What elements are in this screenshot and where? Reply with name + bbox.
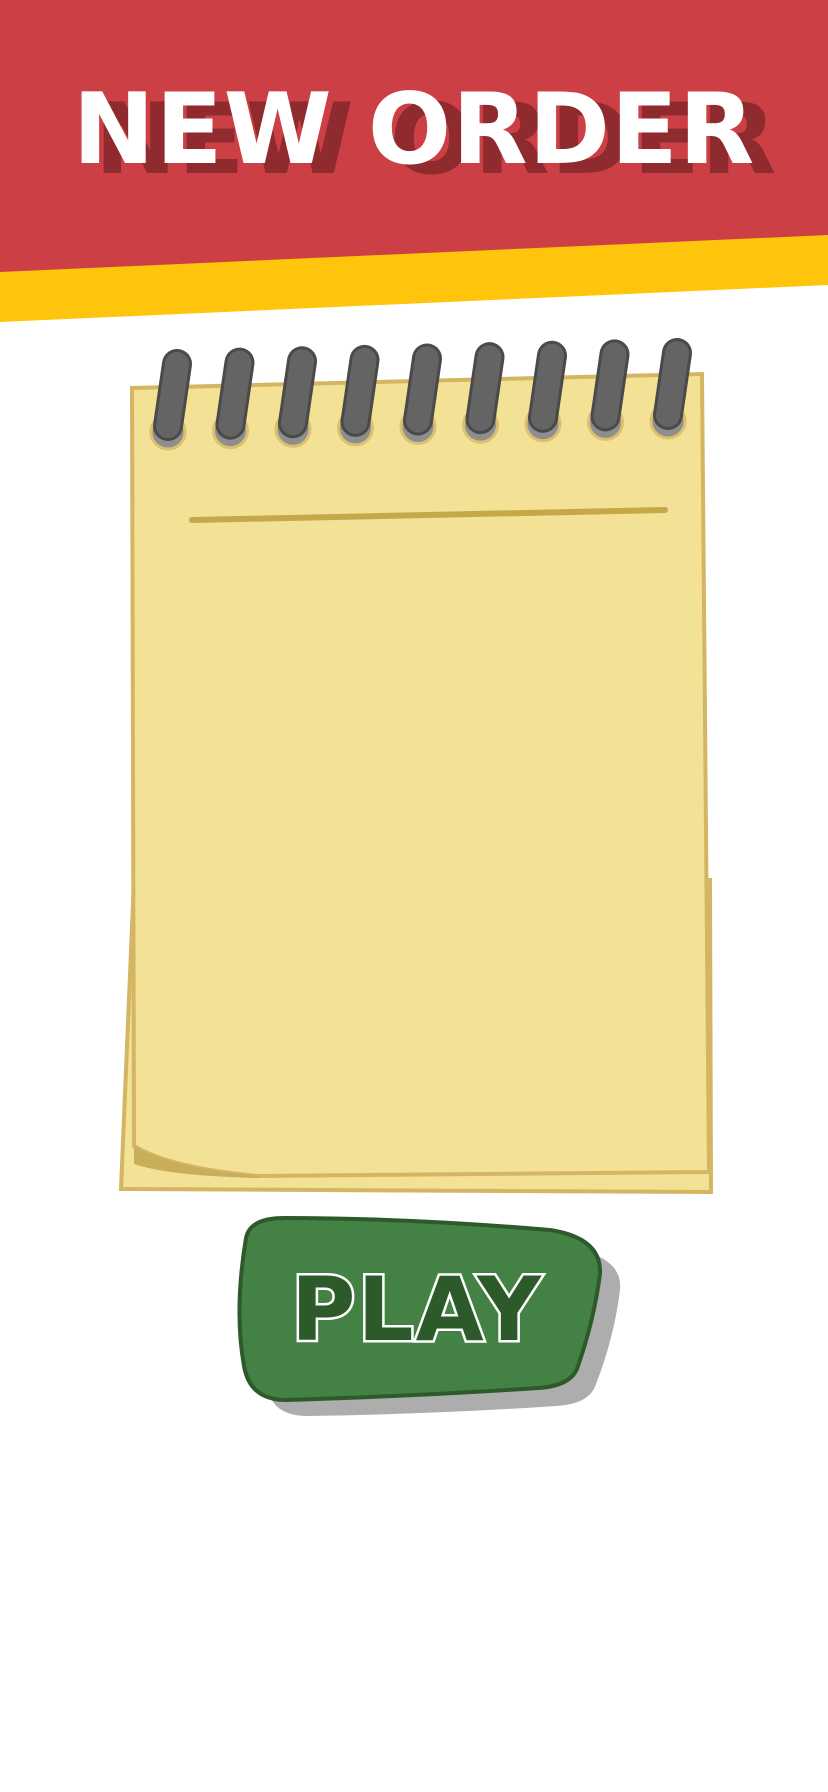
- notepad: [118, 338, 714, 1195]
- binding-ring: [212, 347, 255, 450]
- play-label: PLAY: [289, 1257, 544, 1362]
- game-screen: NEW ORDER NEW ORDER PLAY: [0, 0, 828, 1792]
- binding-ring: [337, 344, 380, 447]
- binding-ring: [399, 343, 442, 445]
- binding-ring: [649, 338, 692, 440]
- binding-ring: [524, 340, 567, 443]
- notepad-rings: [149, 338, 692, 451]
- notepad-page: [129, 371, 712, 1179]
- binding-ring: [149, 349, 192, 451]
- binding-ring: [274, 346, 317, 448]
- binding-ring: [462, 342, 505, 444]
- play-button[interactable]: PLAY: [228, 1216, 624, 1422]
- binding-ring: [587, 339, 630, 441]
